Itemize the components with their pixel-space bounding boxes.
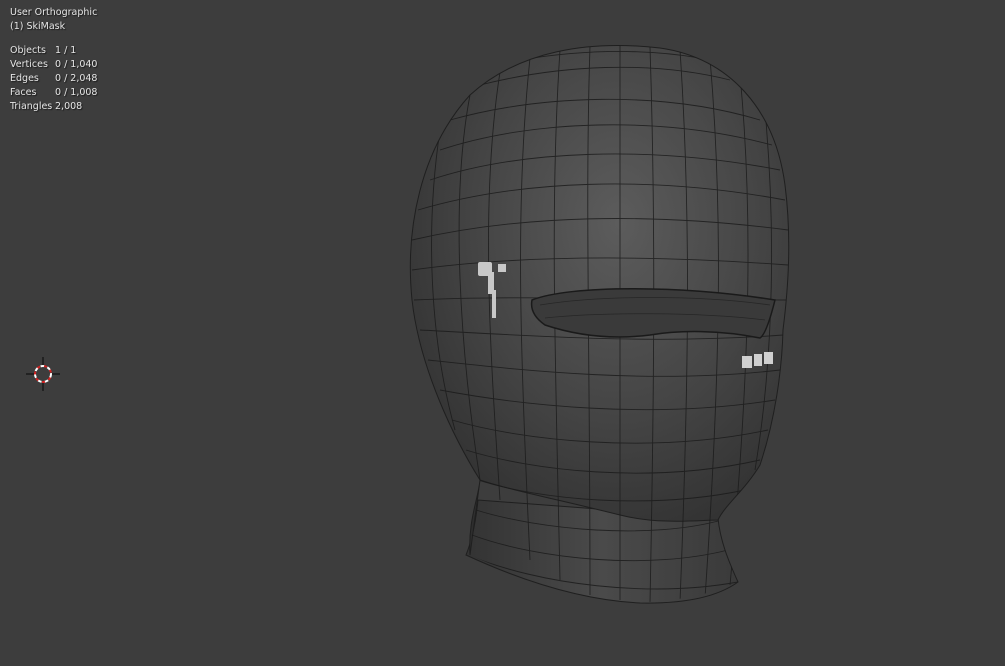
stat-row-vertices: Vertices 0 / 1,040 [10, 58, 97, 72]
object-name: (1) SkiMask [10, 21, 66, 32]
3d-viewport[interactable]: User Orthographic (1) SkiMask Objects 1 … [0, 0, 1005, 666]
stat-value: 0 / 1,008 [55, 87, 98, 98]
scene-statistics: Objects 1 / 1 Vertices 0 / 1,040 Edges 0… [10, 44, 97, 114]
stat-row-edges: Edges 0 / 2,048 [10, 72, 97, 86]
stat-value: 1 / 1 [55, 45, 77, 56]
view-name: User Orthographic [10, 7, 98, 18]
3d-cursor-icon[interactable] [26, 357, 60, 391]
stat-row-objects: Objects 1 / 1 [10, 44, 97, 58]
stat-row-faces: Faces 0 / 1,008 [10, 86, 97, 100]
stat-label: Vertices [10, 59, 48, 70]
stat-label: Objects [10, 45, 46, 56]
stat-label: Faces [10, 87, 37, 98]
viewport-header: User Orthographic (1) SkiMask [10, 6, 97, 34]
ski-mask-mesh[interactable] [0, 0, 1005, 666]
stat-value: 0 / 1,040 [55, 59, 98, 70]
stat-label: Triangles [10, 101, 53, 112]
stat-value: 2,008 [55, 101, 83, 112]
stat-label: Edges [10, 73, 39, 84]
stat-row-triangles: Triangles 2,008 [10, 100, 97, 114]
stat-value: 0 / 2,048 [55, 73, 98, 84]
